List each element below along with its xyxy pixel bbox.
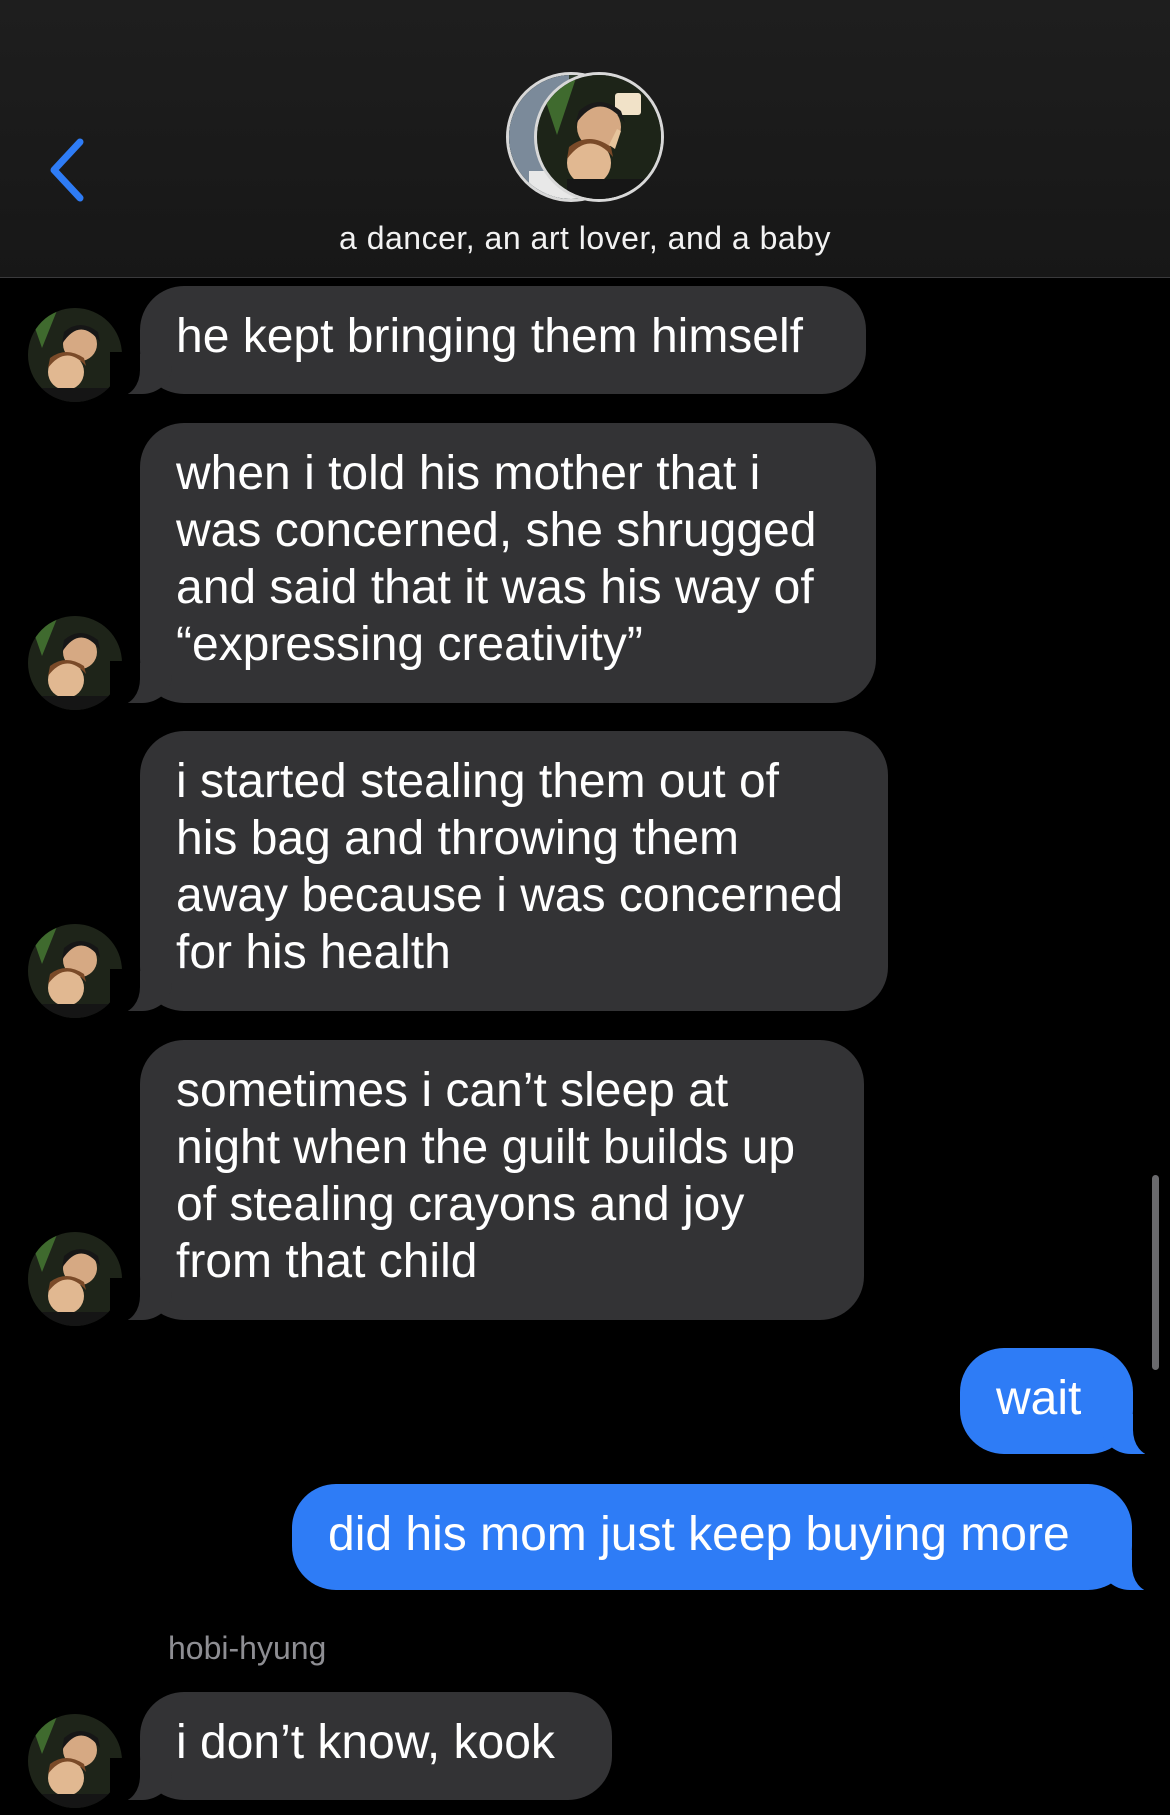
message-text: sometimes i can’t sleep at night when th… (176, 1064, 796, 1288)
group-title[interactable]: a dancer, an art lover, and a baby (0, 220, 1170, 257)
message-text: i started stealing them out of his bag a… (176, 755, 844, 979)
avatar[interactable] (28, 1232, 122, 1326)
sender-name: hobi-hyung (168, 1630, 327, 1666)
chevron-left-icon (50, 138, 84, 202)
message-text: he kept bringing them himself (176, 310, 803, 363)
message-bubble-outgoing[interactable]: did his mom just keep buying more (292, 1484, 1162, 1592)
message-bubble-incoming[interactable]: he kept bringing them himself (110, 286, 866, 396)
avatar[interactable] (28, 1714, 122, 1808)
message-bubble-incoming[interactable]: sometimes i can’t sleep at night when th… (110, 1040, 864, 1322)
avatar[interactable] (28, 616, 122, 710)
message-bubble-incoming[interactable]: i started stealing them out of his bag a… (110, 731, 888, 1013)
message-text: when i told his mother that i was concer… (176, 447, 817, 671)
message-bubble-incoming[interactable]: i don’t know, kook (110, 1692, 612, 1802)
conversation-header: a dancer, an art lover, and a baby (0, 0, 1170, 278)
message-text: wait (996, 1372, 1082, 1425)
message-bubble-outgoing[interactable]: wait (960, 1348, 1163, 1456)
back-button[interactable] (40, 130, 100, 210)
message-bubble-incoming[interactable]: when i told his mother that i was concer… (110, 423, 876, 705)
avatar[interactable] (28, 308, 122, 402)
scrollbar[interactable] (1152, 1175, 1159, 1370)
group-avatar[interactable] (506, 72, 664, 202)
member-avatar-2 (534, 72, 664, 202)
message-text: did his mom just keep buying more (328, 1508, 1070, 1561)
message-text: i don’t know, kook (176, 1716, 555, 1769)
avatar[interactable] (28, 924, 122, 1018)
